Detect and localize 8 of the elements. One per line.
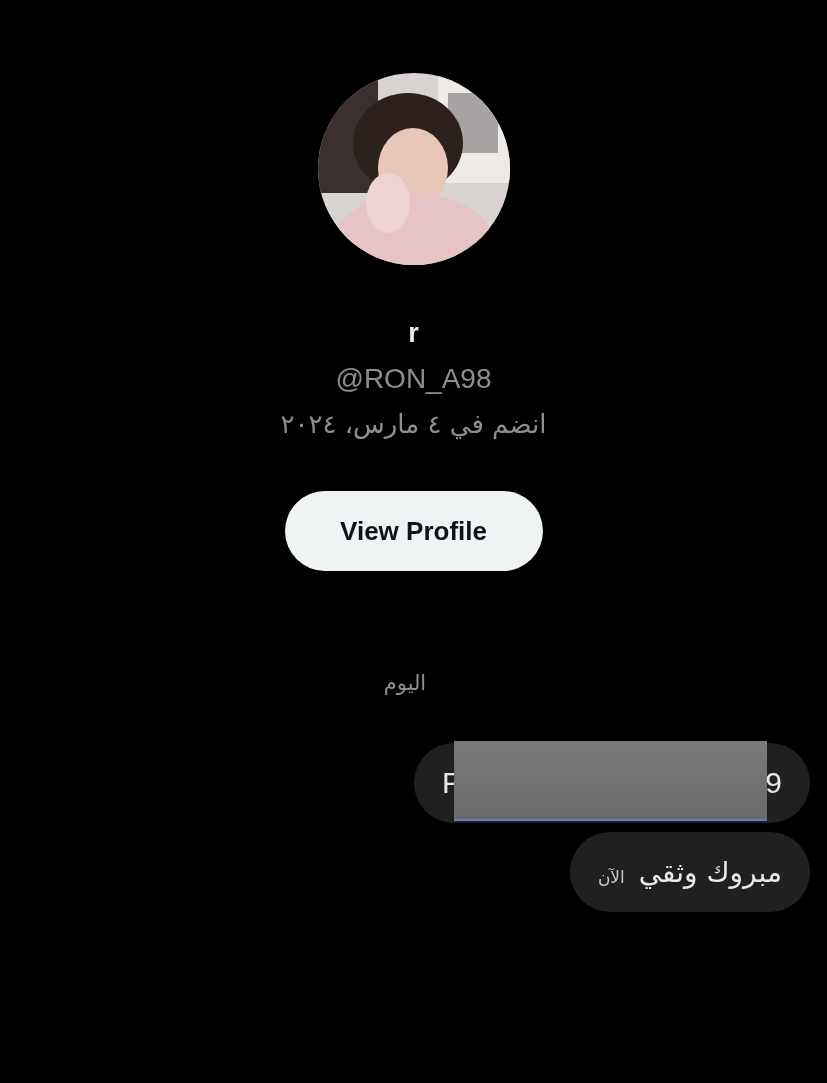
date-divider: اليوم <box>383 671 427 695</box>
username: @RON_A98 <box>335 363 492 395</box>
message-text: 9 <box>765 766 782 800</box>
view-profile-button[interactable]: View Profile <box>284 491 543 571</box>
display-name: r <box>408 317 419 349</box>
message-time: الآن <box>597 867 625 887</box>
join-date: انضم في ٤ مارس، ٢٠٢٤ <box>280 408 547 441</box>
message-text: مبروك وثقي <box>638 855 782 889</box>
